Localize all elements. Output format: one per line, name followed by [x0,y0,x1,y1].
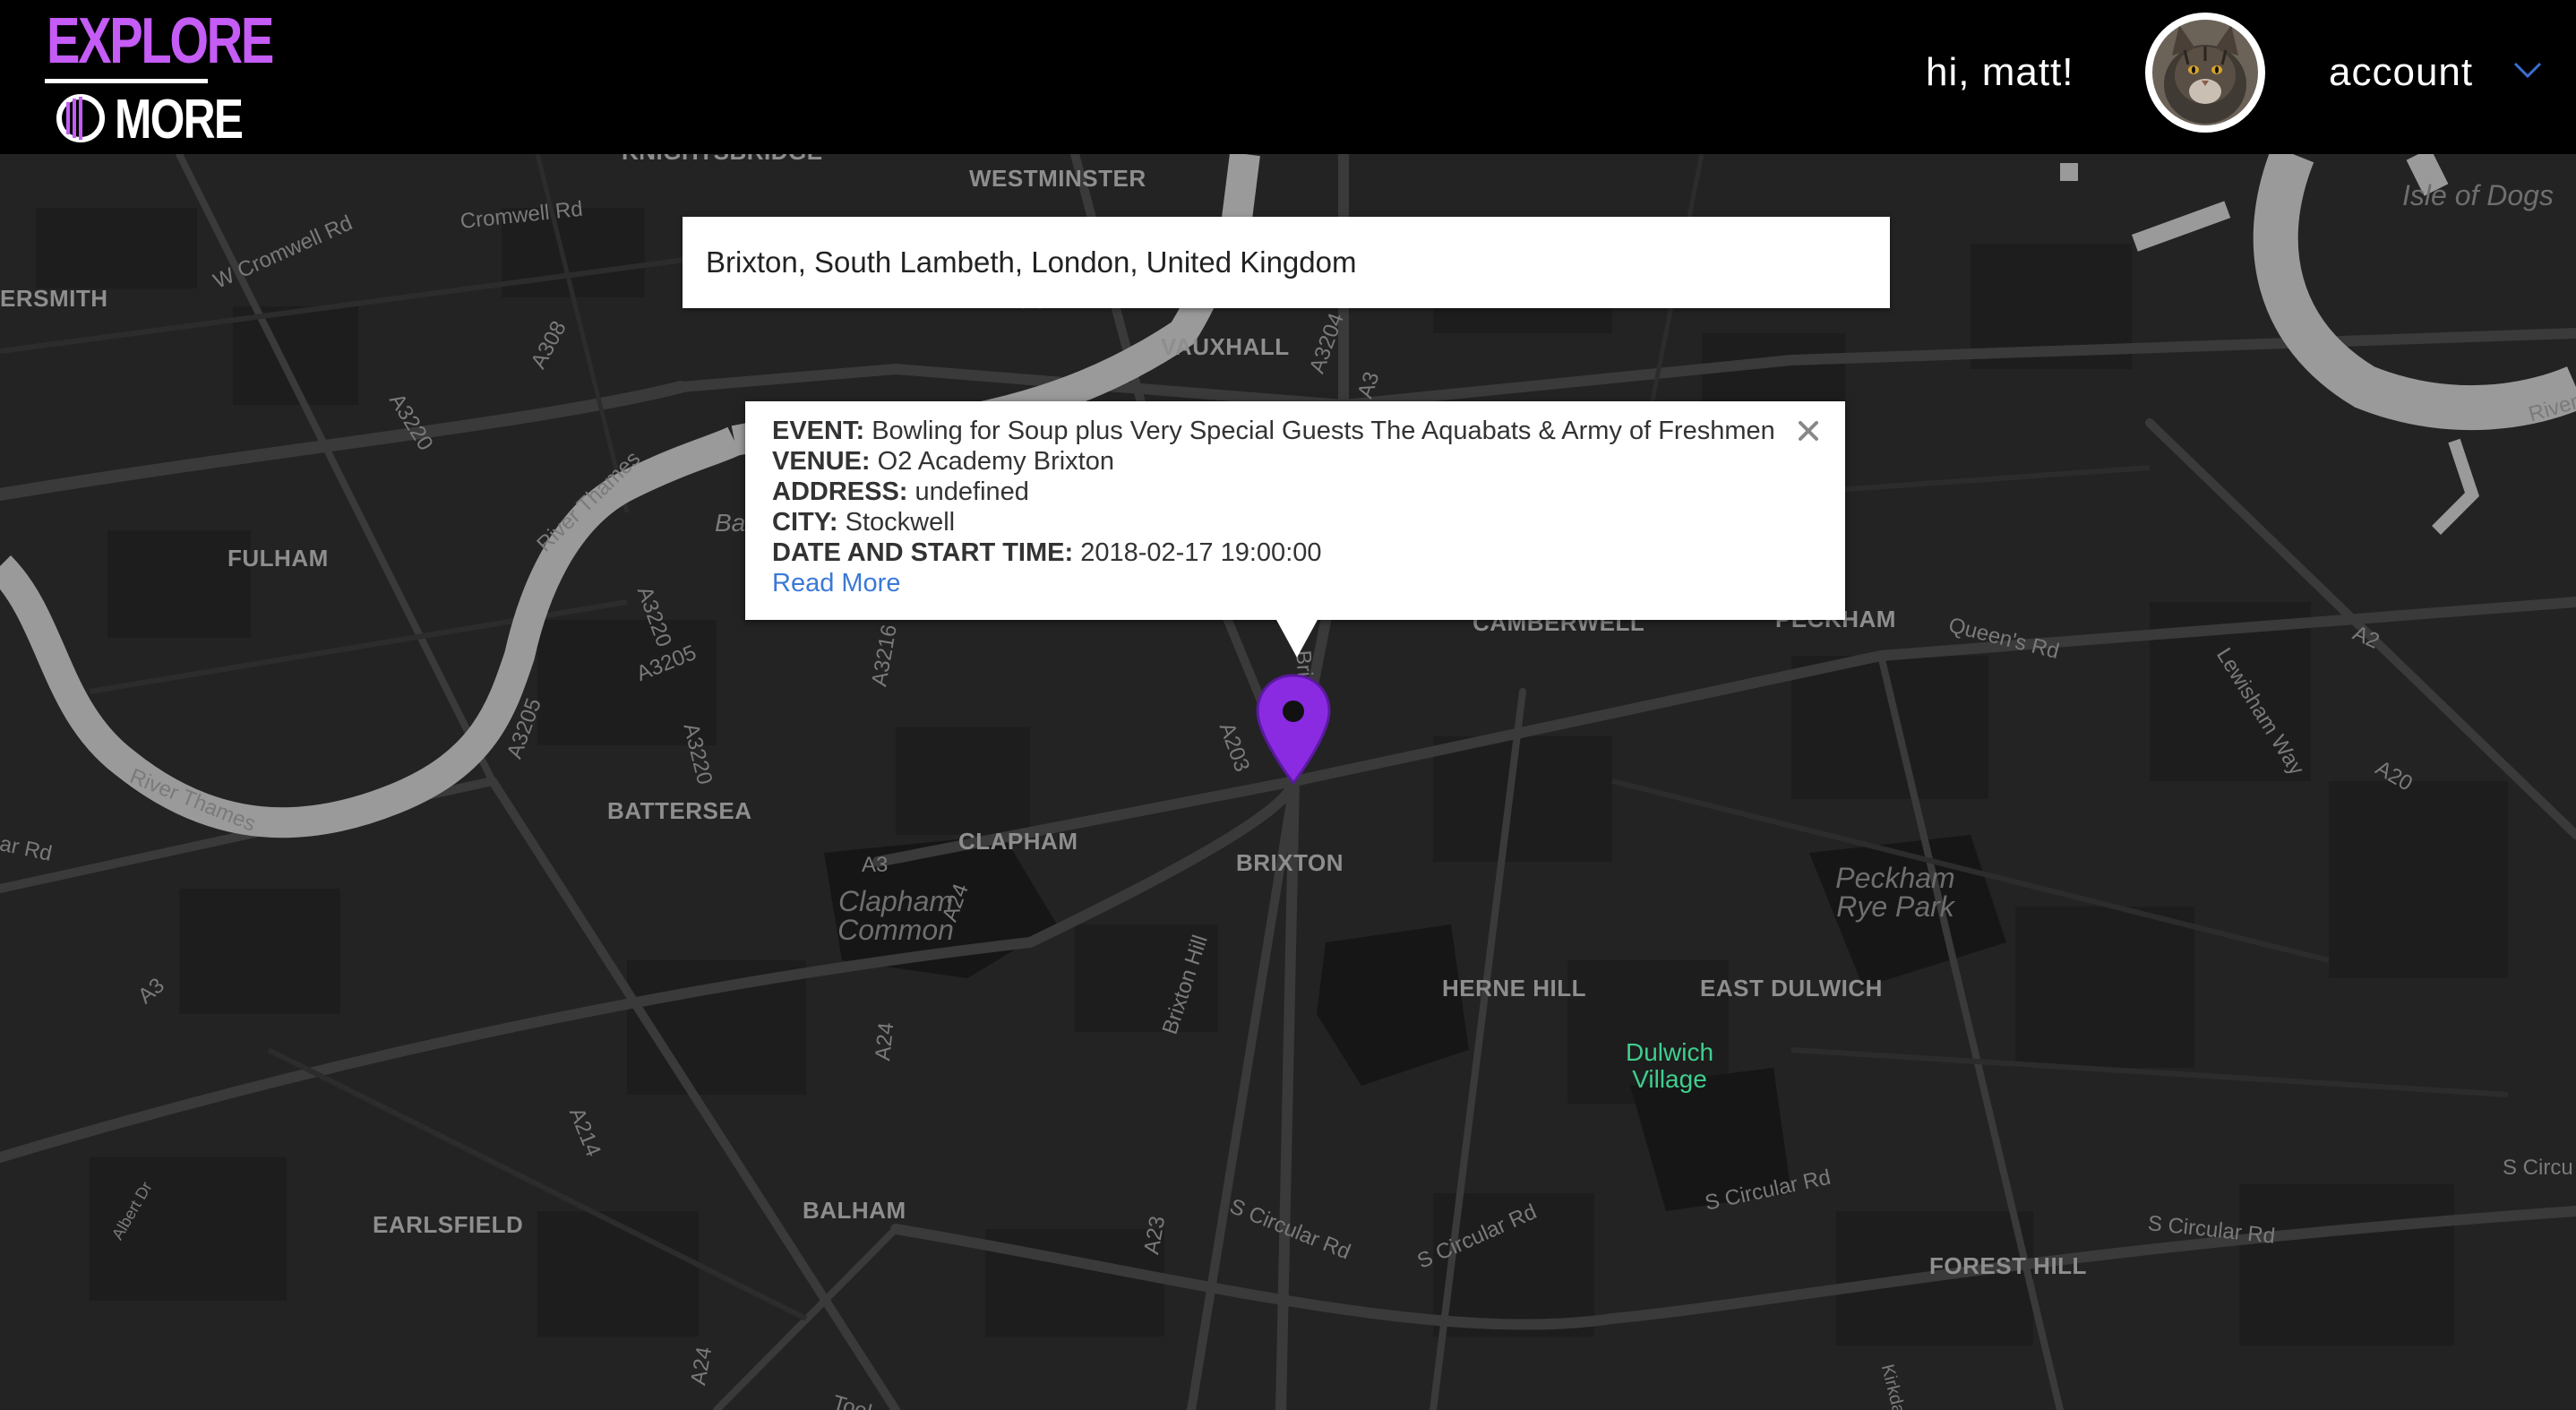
read-more-row: Read More [772,568,1818,598]
map-pin-icon[interactable] [1252,672,1335,787]
logo-explore-text: EXPLORE [47,5,274,77]
area-label: EAST DULWICH [1700,975,1883,1002]
park-label: Isle of Dogs [2402,179,2554,211]
area-label: BRIXTON [1236,849,1344,876]
info-window-pointer [1275,618,1318,658]
area-label: ERSMITH [0,285,108,312]
venue-row: VENUE: O2 Academy Brixton [772,446,1818,477]
road-label: A3 [862,853,889,877]
area-label: EARLSFIELD [373,1211,524,1238]
user-avatar-icon [2152,20,2258,125]
address-label: ADDRESS: [772,477,908,506]
event-name: Bowling for Soup plus Very Special Guest… [872,417,1775,445]
read-more-link[interactable]: Read More [772,569,900,598]
road-label: S Circu [2503,1156,2573,1180]
area-label: FULHAM [228,545,329,572]
explore-more-logo[interactable]: EXPLORE MORE [45,7,274,150]
park-label: Clapham Common [837,885,954,946]
close-icon[interactable] [1795,417,1822,444]
event-info-window: EVENT: Bowling for Soup plus Very Specia… [745,401,1845,620]
datetime-value: 2018-02-17 19:00:00 [1080,538,1322,567]
user-greeting: hi, matt! [1926,50,2074,94]
area-label: FOREST HILL [1929,1252,2087,1279]
location-search-input[interactable] [683,217,1890,308]
area-label: BALHAM [803,1197,906,1224]
venue-name: O2 Academy Brixton [877,447,1114,476]
map-canvas[interactable]: WESTMINSTER VAUXHALL FULHAM BATTERSEA CL… [0,154,2576,1410]
logo-mark-icon [56,94,105,142]
avatar[interactable] [2145,13,2265,133]
address-row: ADDRESS: undefined [772,477,1818,507]
city-label: CITY: [772,508,838,537]
place-label: Dulwich Village [1625,1038,1714,1093]
area-label: VAUXHALL [1161,333,1290,360]
event-row: EVENT: Bowling for Soup plus Very Specia… [772,416,1818,446]
venue-label: VENUE: [772,447,871,476]
logo-divider [45,79,208,83]
area-label: WESTMINSTER [969,165,1146,192]
chevron-down-icon[interactable] [2512,59,2544,81]
address-value: undefined [914,477,1029,506]
account-menu[interactable]: account [2329,50,2473,95]
area-label: BATTERSEA [607,797,752,824]
datetime-label: DATE AND START TIME: [772,538,1074,567]
event-label: EVENT: [772,417,865,445]
city-value: Stockwell [845,508,956,537]
road-label: A24 [871,1021,899,1062]
area-label: KNIGHTSBRIDGE [622,154,823,166]
park-label: Peckham Rye Park [1835,862,1955,923]
area-label: CLAPHAM [958,828,1078,855]
city-row: CITY: Stockwell [772,507,1818,537]
logo-more-text: MORE [115,89,244,150]
road-label: Ba [715,509,746,537]
area-label: HERNE HILL [1442,975,1586,1002]
top-nav-bar: EXPLORE MORE hi, matt! account [0,0,2576,154]
datetime-row: DATE AND START TIME: 2018-02-17 19:00:00 [772,537,1818,568]
